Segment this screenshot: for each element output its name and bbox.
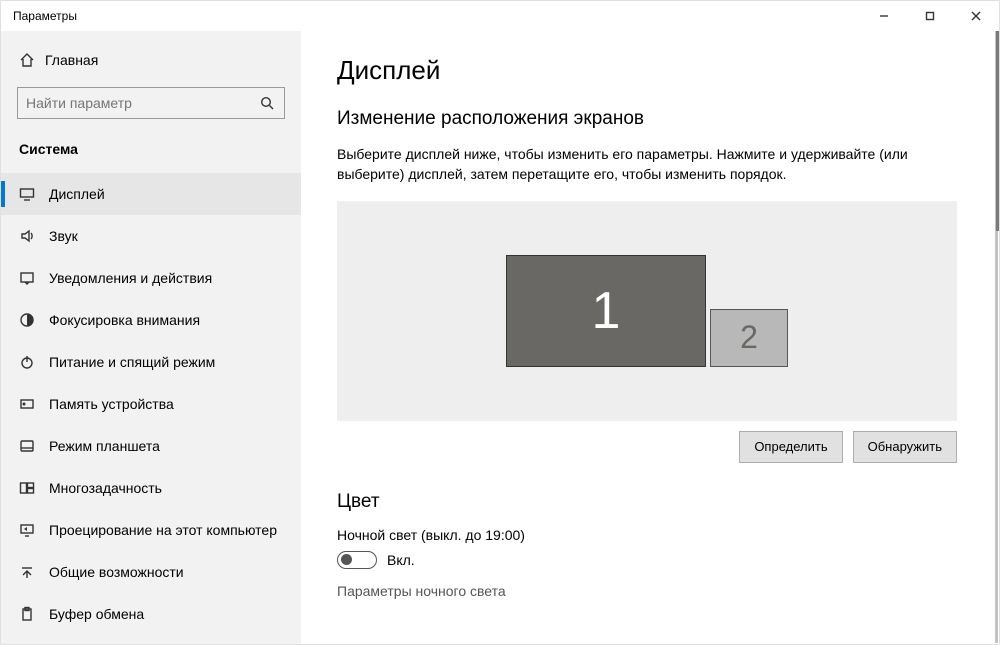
sidebar-item-4[interactable]: Питание и спящий режим [1,341,301,383]
sidebar-item-label: Многозадачность [49,480,162,496]
rearrange-heading: Изменение расположения экранов [337,108,963,130]
scrollbar-thumb[interactable] [996,31,999,231]
category-heading: Система [1,129,301,167]
sidebar-item-2[interactable]: Уведомления и действия [1,257,301,299]
sidebar-item-label: Дисплей [49,186,105,202]
maximize-button[interactable] [907,1,953,31]
sidebar-item-label: Режим планшета [49,438,160,454]
sound-icon [19,228,49,244]
search-icon [258,96,276,110]
storage-icon [19,396,49,412]
sidebar-item-label: Память устройства [49,396,174,412]
display-icon [19,186,49,202]
home-icon [19,52,45,68]
sidebar-item-label: Общие возможности [49,564,184,580]
sidebar-item-label: Звук [49,228,78,244]
home-nav[interactable]: Главная [1,39,301,81]
shared-icon [19,564,49,580]
home-label: Главная [45,52,98,68]
color-heading: Цвет [337,491,963,513]
sidebar-item-label: Фокусировка внимания [49,312,200,328]
night-light-toggle[interactable] [337,551,377,569]
minimize-button[interactable] [861,1,907,31]
sidebar-item-0[interactable]: Дисплей [1,173,301,215]
sidebar-item-label: Питание и спящий режим [49,354,215,370]
projecting-icon [19,522,49,538]
multitask-icon [19,480,49,496]
identify-button[interactable]: Определить [739,431,842,463]
tablet-icon [19,438,49,454]
sidebar-item-label: Уведомления и действия [49,270,212,286]
sidebar-item-10[interactable]: Буфер обмена [1,593,301,635]
clipboard-icon [19,606,49,622]
sidebar-item-label: Буфер обмена [49,606,144,622]
toggle-state-label: Вкл. [387,552,415,568]
sidebar-item-8[interactable]: Проецирование на этот компьютер [1,509,301,551]
display-arrangement-area[interactable]: 1 2 [337,201,957,421]
sidebar-item-7[interactable]: Многозадачность [1,467,301,509]
notifications-icon [19,270,49,286]
night-light-label: Ночной свет (выкл. до 19:00) [337,527,963,543]
sidebar-item-3[interactable]: Фокусировка внимания [1,299,301,341]
monitor-1[interactable]: 1 [506,255,706,367]
window-title: Параметры [13,9,77,23]
main-panel: Дисплей Изменение расположения экранов В… [301,31,999,644]
search-box[interactable] [17,87,285,119]
search-input[interactable] [26,95,258,111]
page-title: Дисплей [337,55,963,86]
detect-button[interactable]: Обнаружить [853,431,957,463]
sidebar-item-9[interactable]: Общие возможности [1,551,301,593]
sidebar-item-6[interactable]: Режим планшета [1,425,301,467]
monitor-2[interactable]: 2 [710,309,788,367]
sidebar-item-label: Проецирование на этот компьютер [49,522,277,538]
focus-icon [19,312,49,328]
close-button[interactable] [953,1,999,31]
power-icon [19,354,49,370]
sidebar-item-1[interactable]: Звук [1,215,301,257]
rearrange-description: Выберите дисплей ниже, чтобы изменить ег… [337,144,957,185]
night-light-settings-link[interactable]: Параметры ночного света [337,583,963,599]
sidebar: Главная Система Дисплей Звук Уведомления и… [1,31,301,644]
sidebar-item-5[interactable]: Память устройства [1,383,301,425]
